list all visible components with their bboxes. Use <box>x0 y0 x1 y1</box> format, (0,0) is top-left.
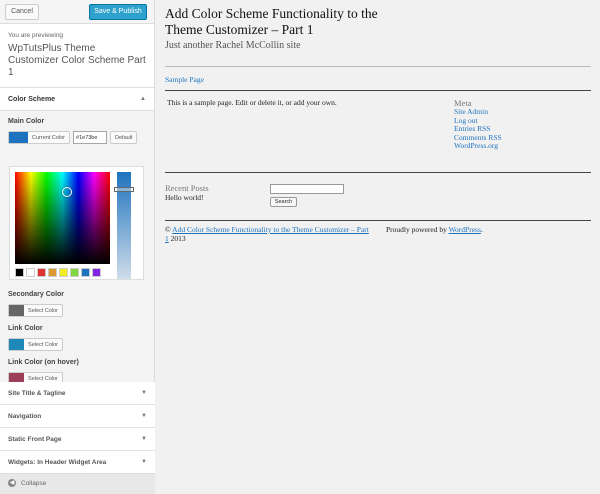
customizer-sidebar: Cancel Save & Publish You are previewing… <box>0 0 155 494</box>
color-scheme-panel: Main Color Current Color Default <box>0 111 154 385</box>
divider <box>165 172 591 173</box>
chevron-down-icon: ▼ <box>141 436 147 442</box>
palette <box>15 268 101 277</box>
powered-by-label: Proudly powered by <box>386 225 447 234</box>
default-button[interactable]: Default <box>110 131 138 144</box>
section-title: Navigation <box>8 413 42 420</box>
meta-widget: Meta Site Admin Log out Entries RSS Comm… <box>454 98 502 151</box>
strip-handle[interactable] <box>114 187 134 192</box>
section-static-front-page[interactable]: Static Front Page ▼ <box>0 428 155 451</box>
search-button[interactable]: Search <box>270 197 297 207</box>
footer-site-link[interactable]: Add Color Scheme Functionality to the Th… <box>165 225 369 243</box>
current-color-label: Current Color <box>32 134 66 141</box>
palette-swatch-green[interactable] <box>70 268 79 277</box>
divider <box>165 220 591 221</box>
link-hover-color-label: Link Color (on hover) <box>8 359 79 366</box>
site-description: Just another Rachel McCollin site <box>165 40 301 51</box>
section-title: Static Front Page <box>8 436 62 443</box>
collapse-icon: ◀ <box>8 479 16 488</box>
collapse-label: Collapse <box>21 480 47 487</box>
wordpress-link[interactable]: WordPress <box>449 225 481 234</box>
palette-swatch-red[interactable] <box>37 268 46 277</box>
copyright-symbol: © <box>165 225 171 234</box>
chevron-down-icon: ▼ <box>141 413 147 419</box>
section-color-scheme[interactable]: Color Scheme ▲ <box>0 88 154 111</box>
section-title: Widgets: In Header Widget Area <box>8 459 107 466</box>
meta-link-wordpress-org[interactable]: WordPress.org <box>454 141 502 151</box>
current-color-button[interactable]: Current Color <box>8 131 71 144</box>
saturation-square[interactable] <box>15 172 110 264</box>
cancel-button[interactable]: Cancel <box>5 4 39 20</box>
section-site-title-tagline[interactable]: Site Title & Tagline ▼ <box>0 382 155 405</box>
page-content: This is a sample page. Edit or delete it… <box>167 98 337 107</box>
color-picker-widget <box>9 166 144 280</box>
secondary-color-button[interactable]: Select Color <box>8 304 63 317</box>
select-color-label: Select Color <box>28 375 58 382</box>
secondary-color-control: Secondary Color Select Color <box>8 291 64 317</box>
customizer-topbar: Cancel Save & Publish <box>0 0 154 24</box>
divider <box>165 66 591 67</box>
main-color-label: Main Color <box>8 118 45 125</box>
color-swatch <box>9 339 25 350</box>
palette-swatch-black[interactable] <box>15 268 24 277</box>
nav-sample-page[interactable]: Sample Page <box>165 75 204 84</box>
palette-swatch-purple[interactable] <box>92 268 101 277</box>
search-input[interactable] <box>270 184 344 194</box>
recent-post-link[interactable]: Hello world! <box>165 193 204 202</box>
footer-powered: Proudly powered by WordPress. <box>386 225 483 234</box>
footer-copyright: © Add Color Scheme Functionality to the … <box>165 225 370 243</box>
divider <box>165 90 591 91</box>
link-color-button[interactable]: Select Color <box>8 338 63 351</box>
link-color-control: Link Color Select Color <box>8 325 63 351</box>
site-title[interactable]: Add Color Scheme Functionality to the Th… <box>165 6 405 38</box>
palette-swatch-orange[interactable] <box>48 268 57 277</box>
section-list: Site Title & Tagline ▼ Navigation ▼ Stat… <box>0 382 155 474</box>
recent-posts-title: Recent Posts <box>165 183 209 193</box>
section-navigation[interactable]: Navigation ▼ <box>0 405 155 428</box>
select-color-label: Select Color <box>28 307 58 314</box>
theme-name: WpTutsPlus Theme Customizer Color Scheme… <box>8 43 146 78</box>
color-handle[interactable] <box>62 187 72 197</box>
section-title: Color Scheme <box>8 96 56 103</box>
select-color-label: Select Color <box>28 341 58 348</box>
secondary-color-label: Secondary Color <box>8 291 65 298</box>
preview-info: You are previewing WpTutsPlus Theme Cust… <box>0 24 154 88</box>
previewing-label: You are previewing <box>8 32 64 39</box>
main-color-picker: Current Color Default <box>8 131 146 144</box>
palette-swatch-yellow[interactable] <box>59 268 68 277</box>
section-title: Site Title & Tagline <box>8 390 66 397</box>
color-swatch <box>9 305 25 316</box>
section-widgets-header[interactable]: Widgets: In Header Widget Area ▼ <box>0 451 155 474</box>
palette-swatch-white[interactable] <box>26 268 35 277</box>
save-publish-button[interactable]: Save & Publish <box>89 4 147 20</box>
chevron-down-icon: ▼ <box>141 390 147 396</box>
footer-year: 2013 <box>170 234 186 243</box>
chevron-down-icon: ▼ <box>141 459 147 465</box>
palette-swatch-blue[interactable] <box>81 268 90 277</box>
site-preview: Add Color Scheme Functionality to the Th… <box>156 0 600 494</box>
chevron-up-icon: ▲ <box>140 96 146 102</box>
collapse-button[interactable]: ◀ Collapse <box>0 473 155 494</box>
link-color-label: Link Color <box>8 325 43 332</box>
color-swatch <box>9 132 28 143</box>
hex-input[interactable] <box>73 131 108 144</box>
